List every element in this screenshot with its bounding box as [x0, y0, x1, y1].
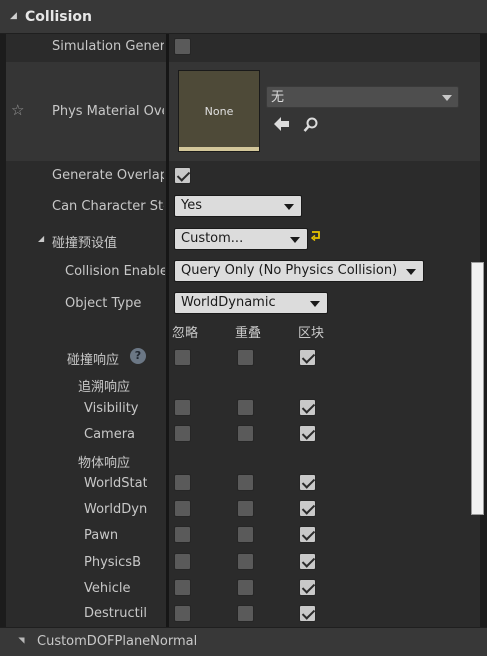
- camera-block-checkbox[interactable]: [299, 425, 316, 442]
- collapse-triangle-icon[interactable]: ◢: [38, 234, 44, 243]
- phys-material-override-label: Phys Material Ove: [52, 104, 164, 119]
- chevron-down-icon: [290, 237, 300, 243]
- collision-enabled-label: Collision Enable: [65, 264, 165, 279]
- star-icon[interactable]: ☆: [11, 101, 24, 119]
- collision-responses-ignore-checkbox[interactable]: [174, 349, 191, 366]
- scrollbar[interactable]: [471, 262, 484, 515]
- generate-overlap-checkbox[interactable]: [174, 167, 191, 184]
- channel-label: Vehicle: [84, 581, 131, 596]
- phys-material-dropdown[interactable]: 无: [266, 86, 459, 108]
- destructible-block-checkbox[interactable]: [299, 605, 316, 622]
- collision-presets-value: Custom...: [181, 231, 244, 246]
- channel-label: WorldStat: [84, 476, 147, 491]
- object-type-value: WorldDynamic: [181, 295, 276, 310]
- collision-presets-label: 碰撞预设值: [52, 236, 118, 251]
- chevron-down-icon: [284, 204, 294, 210]
- trace-responses-label: 追溯响应: [78, 380, 131, 395]
- generate-overlap-label: Generate Overlap: [52, 168, 164, 183]
- collision-responses-overlap-checkbox[interactable]: [237, 349, 254, 366]
- collision-section-header[interactable]: ◢ Collision: [0, 0, 487, 34]
- visibility-block-checkbox[interactable]: [299, 399, 316, 416]
- channel-label: Camera: [84, 427, 136, 442]
- can-character-step-combo[interactable]: Yes: [174, 195, 302, 217]
- column-divider[interactable]: [166, 34, 169, 627]
- section-title: CustomDOFPlaneNormal: [37, 634, 198, 649]
- chevron-down-icon: [406, 269, 416, 275]
- channel-label: PhysicsB: [84, 555, 141, 570]
- custom-dof-section-header[interactable]: ◢ CustomDOFPlaneNormal: [0, 627, 487, 656]
- pawn-block-checkbox[interactable]: [299, 526, 316, 543]
- worldstatic-block-checkbox[interactable]: [299, 474, 316, 491]
- destructible-overlap-checkbox[interactable]: [237, 605, 254, 622]
- channel-label: WorldDyna: [84, 502, 147, 517]
- help-icon[interactable]: ?: [130, 348, 146, 364]
- channel-label: Destructil: [84, 606, 147, 621]
- collision-presets-combo[interactable]: Custom...: [174, 228, 308, 250]
- can-character-step-label: Can Character Ste: [52, 199, 164, 214]
- thumbnail-none-label: None: [204, 105, 234, 118]
- material-thumbnail[interactable]: None: [178, 70, 260, 152]
- camera-overlap-checkbox[interactable]: [237, 425, 254, 442]
- can-character-step-value: Yes: [181, 198, 202, 213]
- chevron-down-icon: [310, 301, 320, 307]
- worlddynamic-overlap-checkbox[interactable]: [237, 500, 254, 517]
- magnifier-icon[interactable]: [303, 117, 319, 133]
- block-header: 区块: [298, 326, 325, 341]
- collapse-triangle-icon[interactable]: ◢: [10, 11, 17, 21]
- simulation-generates-label: Simulation Genera: [52, 39, 164, 54]
- overlap-header: 重叠: [235, 326, 262, 341]
- chevron-down-icon: [442, 95, 452, 101]
- camera-ignore-checkbox[interactable]: [174, 425, 191, 442]
- visibility-ignore-checkbox[interactable]: [174, 399, 191, 416]
- channel-label: Pawn: [84, 528, 119, 543]
- simulation-generates-checkbox[interactable]: [174, 38, 191, 55]
- physicsbody-ignore-checkbox[interactable]: [174, 553, 191, 570]
- pawn-ignore-checkbox[interactable]: [174, 526, 191, 543]
- collision-responses-label: 碰撞响应: [67, 353, 120, 368]
- destructible-ignore-checkbox[interactable]: [174, 605, 191, 622]
- vehicle-overlap-checkbox[interactable]: [237, 579, 254, 596]
- thumbnail-bar: [179, 147, 259, 151]
- physicsbody-overlap-checkbox[interactable]: [237, 553, 254, 570]
- worlddynamic-block-checkbox[interactable]: [299, 500, 316, 517]
- physicsbody-block-checkbox[interactable]: [299, 553, 316, 570]
- ignore-header: 忽略: [172, 326, 199, 341]
- worldstatic-ignore-checkbox[interactable]: [174, 474, 191, 491]
- vehicle-ignore-checkbox[interactable]: [174, 579, 191, 596]
- vehicle-block-checkbox[interactable]: [299, 579, 316, 596]
- collision-enabled-value: Query Only (No Physics Collision): [181, 263, 398, 278]
- collision-enabled-combo[interactable]: Query Only (No Physics Collision): [174, 260, 424, 282]
- object-type-label: Object Type: [65, 296, 142, 311]
- reset-arrow-icon[interactable]: [311, 230, 322, 241]
- phys-material-dropdown-value: 无: [271, 90, 285, 105]
- arrow-left-icon[interactable]: [273, 116, 290, 132]
- visibility-overlap-checkbox[interactable]: [237, 399, 254, 416]
- collision-responses-block-checkbox[interactable]: [299, 349, 316, 366]
- channel-label: Visibility: [84, 401, 139, 416]
- object-responses-label: 物体响应: [78, 456, 131, 471]
- worlddynamic-ignore-checkbox[interactable]: [174, 500, 191, 517]
- collapse-triangle-icon[interactable]: ◢: [17, 637, 26, 643]
- object-type-combo[interactable]: WorldDynamic: [174, 292, 328, 314]
- section-title: Collision: [25, 9, 93, 25]
- pawn-overlap-checkbox[interactable]: [237, 526, 254, 543]
- worldstatic-overlap-checkbox[interactable]: [237, 474, 254, 491]
